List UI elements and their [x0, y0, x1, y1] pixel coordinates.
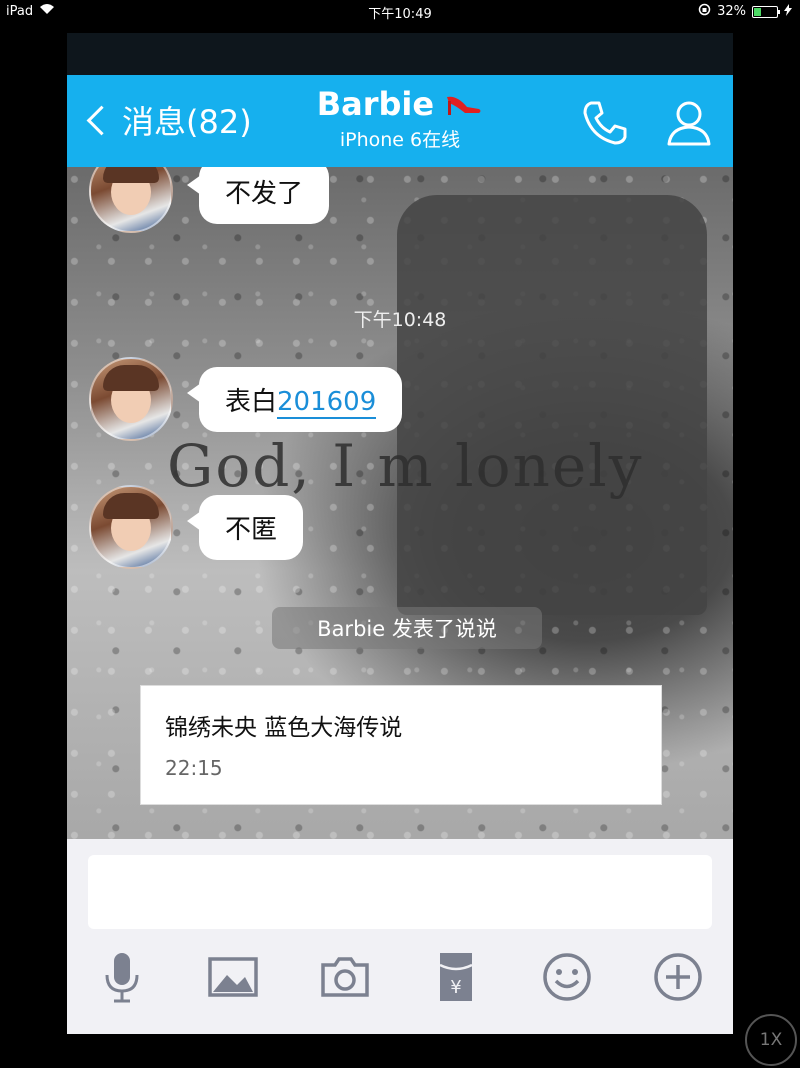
svg-text:¥: ¥	[450, 977, 461, 998]
charging-icon	[784, 3, 792, 20]
chat-area[interactable]: God, I m lonely 不发了 下午10:48 表白201609 不匿 …	[67, 167, 733, 839]
input-area: ¥	[67, 839, 733, 1034]
background-figure	[397, 195, 707, 615]
message-row: 不发了	[89, 167, 330, 233]
avatar[interactable]	[89, 167, 173, 233]
message-bubble[interactable]: 不发了	[186, 167, 330, 224]
plus-icon[interactable]	[650, 949, 706, 1005]
message-link[interactable]: 201609	[277, 386, 377, 419]
message-bubble[interactable]: 表白201609	[186, 366, 403, 432]
camera-icon[interactable]	[317, 949, 373, 1005]
message-bubble[interactable]: 不匿	[186, 494, 304, 560]
message-input[interactable]	[88, 855, 712, 929]
red-packet-icon[interactable]: ¥	[428, 949, 484, 1005]
status-bar: iPad 下午10:49 32%	[0, 0, 800, 22]
profile-icon[interactable]	[663, 97, 715, 149]
battery-icon	[752, 5, 780, 18]
rotation-lock-icon	[698, 3, 711, 20]
contact-title[interactable]: Barbie	[67, 85, 733, 123]
phone-screen: 消息(82) Barbie iPhone 6在线 God, I m lonely	[67, 33, 733, 1034]
input-toolbar: ¥	[67, 949, 733, 1009]
contact-name: Barbie	[316, 85, 435, 123]
post-card-time: 22:15	[165, 756, 223, 780]
contact-status: iPhone 6在线	[339, 129, 461, 151]
message-text: 表白	[225, 386, 278, 417]
playback-rate-button[interactable]: 1X	[745, 1014, 797, 1066]
high-heel-icon	[447, 96, 481, 115]
image-icon[interactable]	[205, 949, 261, 1005]
avatar[interactable]	[89, 485, 173, 569]
post-card[interactable]: 锦绣未央 蓝色大海传说 22:15	[140, 685, 662, 805]
avatar[interactable]	[89, 357, 173, 441]
phone-icon[interactable]	[579, 97, 631, 149]
system-notice[interactable]: Barbie 发表了说说	[272, 607, 542, 649]
message-timestamp: 下午10:48	[353, 309, 447, 331]
message-row: 表白201609	[89, 357, 403, 441]
chat-header: 消息(82) Barbie iPhone 6在线	[67, 75, 733, 167]
emoji-icon[interactable]	[539, 949, 595, 1005]
battery-percent: 32%	[717, 4, 746, 19]
microphone-icon[interactable]	[94, 949, 150, 1005]
status-time: 下午10:49	[368, 7, 432, 22]
post-card-title: 锦绣未央 蓝色大海传说	[165, 715, 403, 741]
message-row: 不匿	[89, 485, 304, 569]
